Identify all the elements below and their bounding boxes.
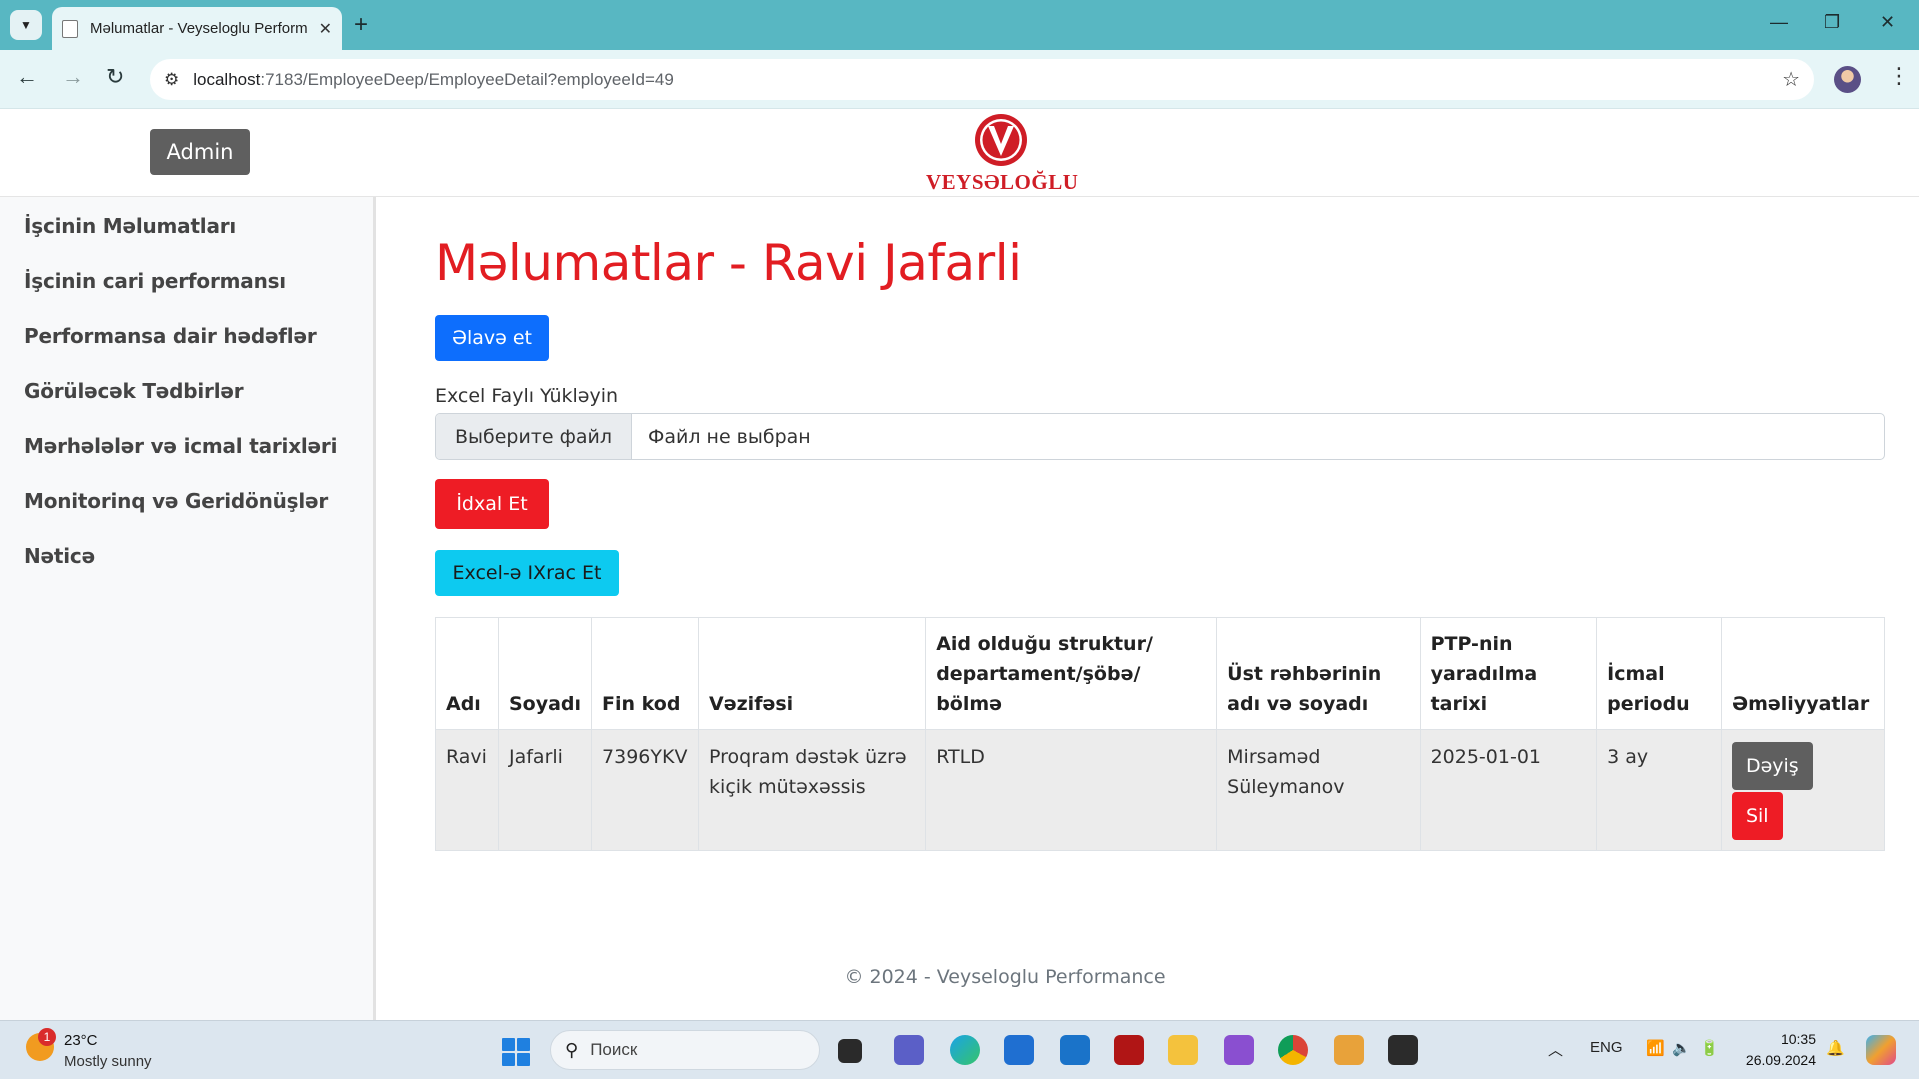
restore-icon[interactable]: ❐ bbox=[1824, 12, 1840, 33]
export-excel-button[interactable]: Excel-ə IXrac Et bbox=[435, 550, 619, 596]
copilot-icon[interactable] bbox=[1866, 1035, 1896, 1065]
company-logo[interactable]: VEYSƏLOĞLU bbox=[926, 112, 1079, 194]
column-header-position: Vəzifəsi bbox=[698, 617, 927, 730]
table-header-row: Adı Soyadı Fin kod Vəzifəsi Aid olduğu s… bbox=[435, 617, 1886, 730]
cell-created: 2025-01-01 bbox=[1419, 729, 1598, 851]
url-host: localhost bbox=[193, 69, 261, 89]
column-header-surname: Soyadı bbox=[497, 617, 593, 730]
chevron-down-icon: ▼ bbox=[20, 18, 32, 32]
weather-description[interactable]: Mostly sunny bbox=[64, 1053, 152, 1070]
site-header: Admin VEYSƏLOĞLU bbox=[0, 109, 1919, 197]
search-icon: ⚲ bbox=[565, 1039, 579, 1060]
volume-icon[interactable]: 🔈 bbox=[1672, 1039, 1691, 1057]
sidebar-item-result[interactable]: Nəticə bbox=[24, 544, 95, 568]
edge-icon[interactable] bbox=[950, 1035, 980, 1065]
sidebar-item-employee-info[interactable]: İşcinin Məlumatları bbox=[24, 214, 236, 238]
notification-bell-icon[interactable]: 🔔 bbox=[1826, 1039, 1845, 1057]
cell-actions: Dəyiş Sil bbox=[1720, 729, 1886, 851]
reload-icon[interactable]: ↻ bbox=[106, 64, 124, 90]
cell-manager: Mirsaməd Süleymanov bbox=[1216, 729, 1421, 851]
browser-toolbar: ← → ↻ ⚙ localhost:7183/EmployeeDeep/Empl… bbox=[0, 50, 1919, 109]
browser-tab-active[interactable]: Məlumatlar - Veyseloglu Perform ✕ bbox=[52, 7, 342, 50]
weather-temperature[interactable]: 23°C bbox=[64, 1032, 98, 1049]
excel-upload-label: Excel Faylı Yükləyin bbox=[435, 385, 619, 407]
browser-titlebar: ▼ Məlumatlar - Veyseloglu Perform ✕ + — … bbox=[0, 0, 1919, 50]
page-favicon-icon bbox=[62, 19, 78, 38]
logo-emblem-icon bbox=[975, 114, 1027, 166]
column-header-created: PTP-nin yaradılma tarixi bbox=[1419, 617, 1598, 730]
column-header-manager: Üst rəhbərinin adı və soyadı bbox=[1216, 617, 1421, 730]
employee-table: Adı Soyadı Fin kod Vəzifəsi Aid olduğu s… bbox=[435, 617, 1886, 851]
sidebar-item-performance-goals[interactable]: Performansa dair hədəflər bbox=[24, 324, 317, 348]
admin-button[interactable]: Admin bbox=[150, 129, 250, 175]
tool-app-icon[interactable] bbox=[1334, 1035, 1364, 1065]
start-windows-icon[interactable] bbox=[502, 1038, 530, 1066]
tray-chevron-up-icon[interactable]: ︿ bbox=[1548, 1039, 1563, 1060]
logo-text: VEYSƏLOĞLU bbox=[926, 170, 1079, 194]
cell-position: Proqram dəstək üzrə kiçik mütəxəssis bbox=[698, 729, 927, 851]
window-close-icon[interactable]: ✕ bbox=[1880, 12, 1895, 33]
web-page: Admin VEYSƏLOĞLU İşcinin Məlumatları İşc… bbox=[0, 109, 1919, 1020]
sidebar: İşcinin Məlumatları İşcinin cari perform… bbox=[0, 197, 376, 1020]
address-bar[interactable]: ⚙ localhost:7183/EmployeeDeep/EmployeeDe… bbox=[150, 59, 1814, 100]
tab-search-button[interactable]: ▼ bbox=[10, 10, 42, 40]
taskbar-search-placeholder: Поиск bbox=[590, 1040, 638, 1059]
add-button[interactable]: Əlavə et bbox=[435, 315, 549, 361]
browser-menu-icon[interactable]: ⋮ bbox=[1888, 63, 1910, 89]
cell-fin: 7396YKV bbox=[591, 729, 700, 851]
forward-arrow-icon[interactable]: → bbox=[62, 64, 84, 90]
delete-button[interactable]: Sil bbox=[1731, 792, 1783, 840]
column-header-period: İcmal periodu bbox=[1596, 617, 1722, 730]
teams-icon[interactable] bbox=[894, 1035, 924, 1065]
cell-name: Ravi bbox=[435, 729, 499, 851]
taskbar-search[interactable]: ⚲ Поиск bbox=[550, 1030, 820, 1070]
tab-title: Məlumatlar - Veyseloglu Perform bbox=[90, 20, 308, 37]
column-header-actions: Əməliyyatlar bbox=[1720, 617, 1886, 730]
db-tool-icon[interactable] bbox=[1114, 1035, 1144, 1065]
minimize-icon[interactable]: — bbox=[1770, 12, 1788, 33]
profile-avatar[interactable] bbox=[1834, 66, 1861, 93]
back-arrow-icon[interactable]: ← bbox=[16, 64, 38, 90]
column-header-name: Adı bbox=[435, 617, 499, 730]
page-title: Məlumatlar - Ravi Jafarli bbox=[435, 234, 1022, 292]
notification-badge: 1 bbox=[38, 1028, 56, 1046]
url-path: :7183/EmployeeDeep/EmployeeDetail?employ… bbox=[260, 69, 674, 89]
table-row: Ravi Jafarli 7396YKV Proqram dəstək üzrə… bbox=[435, 729, 1886, 851]
battery-icon[interactable]: 🔋 bbox=[1700, 1039, 1719, 1057]
file-explorer-icon[interactable] bbox=[1168, 1035, 1198, 1065]
site-settings-icon[interactable]: ⚙ bbox=[164, 70, 179, 90]
bookmark-star-icon[interactable]: ☆ bbox=[1782, 67, 1800, 92]
excel-file-input[interactable]: Выберите файл Файл не выбран bbox=[435, 413, 1885, 460]
choose-file-button[interactable]: Выберите файл bbox=[436, 414, 632, 459]
close-tab-icon[interactable]: ✕ bbox=[319, 19, 332, 39]
language-indicator[interactable]: ENG bbox=[1590, 1039, 1623, 1056]
clock-time[interactable]: 10:35 bbox=[1746, 1031, 1816, 1047]
wifi-icon[interactable]: 📶 bbox=[1646, 1039, 1665, 1057]
taskbar: 1 23°C Mostly sunny ⚲ Поиск ︿ ENG 📶 🔈 🔋 … bbox=[0, 1020, 1919, 1079]
file-status-text: Файл не выбран bbox=[648, 425, 811, 448]
sidebar-item-actions[interactable]: Görüləcək Tədbirlər bbox=[24, 379, 244, 403]
clock-date[interactable]: 26.09.2024 bbox=[1730, 1052, 1816, 1068]
chrome-icon[interactable] bbox=[1278, 1035, 1308, 1065]
edit-button[interactable]: Dəyiş bbox=[1731, 742, 1813, 790]
column-header-fin: Fin kod bbox=[591, 617, 700, 730]
url-text[interactable]: localhost:7183/EmployeeDeep/EmployeeDeta… bbox=[193, 70, 1782, 90]
task-view-icon[interactable] bbox=[838, 1039, 862, 1063]
terminal-icon[interactable] bbox=[1388, 1035, 1418, 1065]
new-tab-button[interactable]: + bbox=[354, 11, 368, 39]
cell-surname: Jafarli bbox=[497, 729, 593, 851]
cell-department: RTLD bbox=[925, 729, 1218, 851]
column-header-department: Aid olduğu struktur/ departament/şöbə/ b… bbox=[925, 617, 1218, 730]
store-icon[interactable] bbox=[1004, 1035, 1034, 1065]
import-button[interactable]: İdxal Et bbox=[435, 479, 549, 529]
sidebar-item-stages-dates[interactable]: Mərhələlər və icmal tarixləri bbox=[24, 434, 337, 458]
visual-studio-icon[interactable] bbox=[1224, 1035, 1254, 1065]
footer-text: © 2024 - Veyseloglu Performance bbox=[844, 966, 1166, 988]
sidebar-item-current-performance[interactable]: İşcinin cari performansı bbox=[24, 269, 286, 293]
mail-icon[interactable] bbox=[1060, 1035, 1090, 1065]
sidebar-item-monitoring[interactable]: Monitorinq və Geridönüşlər bbox=[24, 489, 328, 513]
cell-period: 3 ay bbox=[1596, 729, 1722, 851]
